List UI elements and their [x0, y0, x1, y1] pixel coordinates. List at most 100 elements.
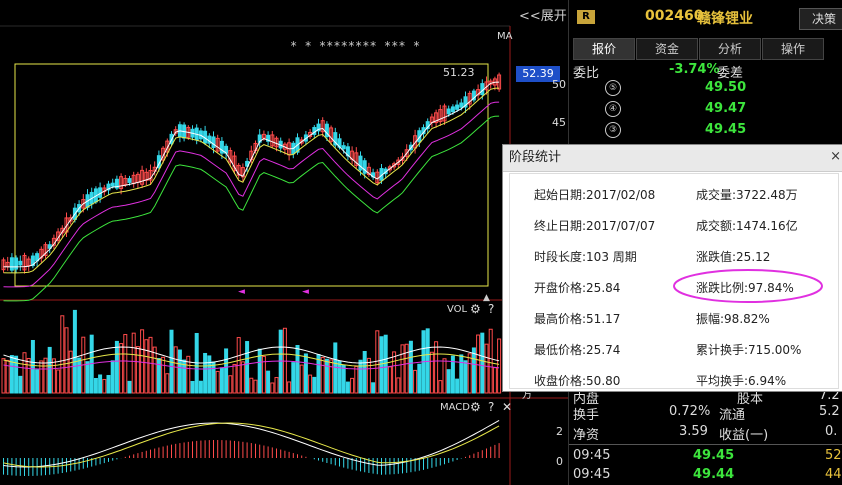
volume-bar: [463, 360, 468, 394]
volume-bar: [56, 369, 61, 394]
volume-bar: [400, 344, 405, 394]
candle: [110, 182, 115, 187]
weicha-label: 委差: [717, 66, 744, 81]
volume-bar: [404, 343, 409, 394]
macd-tick-2: 2: [556, 425, 563, 438]
volume-bar: [299, 364, 304, 394]
volume-bar: [26, 357, 31, 394]
volume-bar: [270, 382, 275, 394]
volume-bar: [354, 365, 359, 394]
volume-bar: [429, 351, 434, 394]
volume-bar: [492, 367, 497, 394]
volume-bar: [77, 357, 82, 394]
volume-bar: [232, 364, 237, 394]
volume-bar: [438, 380, 443, 394]
tab-funds[interactable]: 资金: [636, 38, 698, 60]
volume-bar: [161, 356, 166, 394]
volume-bar: [278, 329, 283, 394]
volume-bar: [127, 380, 132, 394]
gear-icon[interactable]: ⚙: [470, 302, 481, 316]
stat-cumulative-turnover: 累计换手:715.00%: [696, 343, 802, 357]
volume-bar: [85, 361, 90, 394]
row-label2-3: 收益(一): [719, 428, 769, 443]
volume-bar: [35, 369, 40, 394]
volume-bar: [240, 361, 245, 394]
tick-price-1: 49.45: [693, 448, 735, 463]
volume-bar: [102, 378, 107, 394]
volume-bar: [337, 360, 342, 394]
volume-bar: [324, 358, 329, 394]
volume-bar: [106, 374, 111, 394]
volume-bar: [72, 309, 77, 394]
stat-close-price: 收盘价格:50.80: [534, 374, 621, 388]
candle: [455, 104, 460, 110]
volume-bar: [375, 330, 380, 394]
decision-button[interactable]: 决策: [799, 8, 842, 30]
volume-bar: [345, 381, 350, 394]
volume-bar: [320, 356, 325, 394]
volume-bar: [291, 362, 296, 394]
help-icon[interactable]: ?: [488, 302, 494, 316]
volume-bar: [266, 370, 271, 394]
sell-price-3: 49.45: [705, 122, 747, 137]
volume-bar: [471, 347, 476, 394]
volume-bar: [47, 346, 52, 394]
stat-average-turnover: 平均换手:6.94%: [696, 374, 787, 388]
volume-bar: [110, 360, 115, 394]
volume-bar: [459, 354, 464, 394]
volume-bar: [14, 355, 19, 394]
tick-vol-2: 44: [825, 467, 842, 482]
volume-bar: [408, 340, 413, 394]
volume-bar: [51, 358, 56, 394]
volume-bar: [114, 340, 119, 394]
tick-time-2: 09:45: [573, 467, 611, 482]
help-icon[interactable]: ?: [488, 400, 494, 414]
close-icon[interactable]: ×: [830, 149, 841, 164]
volume-bar: [379, 336, 384, 394]
vol-label: VOL: [447, 304, 468, 315]
volume-bar: [173, 346, 178, 394]
stars-marks: * * ******** *** *: [290, 39, 420, 53]
volume-bar: [245, 341, 250, 394]
volume-bar: [417, 363, 422, 394]
volume-bar: [488, 328, 493, 394]
volume-bar: [350, 377, 355, 394]
gear-icon[interactable]: ⚙: [470, 400, 481, 414]
weibi-label: 委比: [573, 66, 600, 81]
axis-tick-45: 45: [552, 116, 566, 129]
divider: [569, 444, 842, 445]
tab-quote[interactable]: 报价: [573, 38, 635, 60]
volume-bar: [366, 357, 371, 394]
dialog-title: 阶段统计: [509, 150, 562, 165]
volume-bar: [219, 367, 224, 394]
candle: [211, 136, 216, 148]
kline-chart-svg[interactable]: * * ******** *** * ◄ ◄ ▲: [0, 0, 568, 485]
volume-bar: [98, 374, 103, 394]
stat-volume: 成交量:3722.48万: [696, 188, 798, 202]
volume-bar: [119, 343, 124, 394]
candle: [341, 145, 346, 150]
candle: [446, 108, 451, 115]
row-label-3: 净资: [573, 428, 600, 443]
tab-analysis[interactable]: 分析: [699, 38, 761, 60]
volume-bar: [144, 339, 149, 394]
tab-operation[interactable]: 操作: [762, 38, 824, 60]
volume-bar: [228, 375, 233, 394]
volume-bar: [329, 359, 334, 394]
volume-bar: [467, 353, 472, 394]
volume-bar: [303, 353, 308, 394]
volume-bar: [480, 332, 485, 394]
volume-bar: [18, 375, 23, 394]
volume-bar: [140, 329, 145, 394]
candle: [450, 106, 455, 113]
candle: [18, 260, 23, 266]
volume-bar: [392, 351, 397, 394]
marker-left: ◄: [238, 287, 245, 297]
tick-time-1: 09:45: [573, 448, 611, 463]
close-icon[interactable]: ✕: [502, 400, 512, 414]
volume-bar: [156, 358, 161, 394]
expand-button[interactable]: <<展开: [519, 5, 567, 24]
kline-chart-area[interactable]: * * ******** *** * ◄ ◄ ▲ <<展开 MA 51.23 5…: [0, 0, 568, 485]
marker-right: ◄: [302, 287, 309, 297]
sell-level-4: ④: [605, 101, 621, 117]
